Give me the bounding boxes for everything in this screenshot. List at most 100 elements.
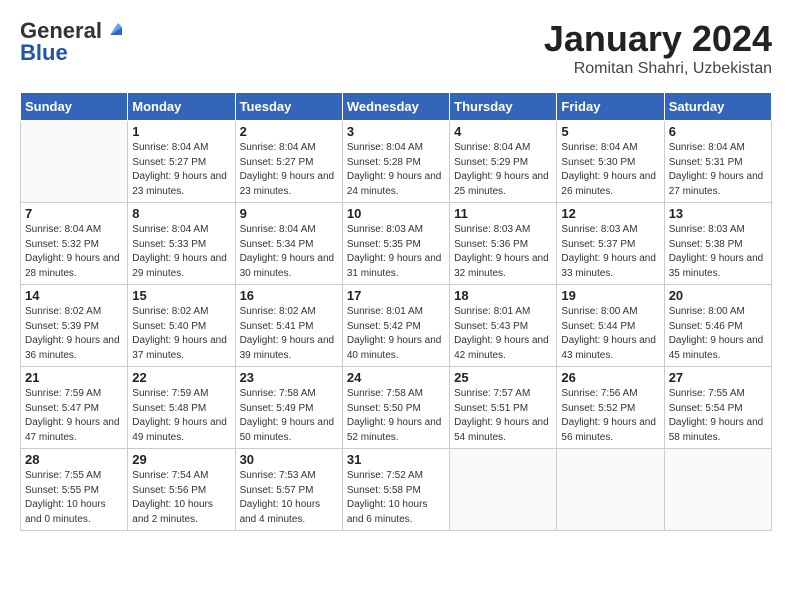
weekday-header-friday: Friday <box>557 93 664 121</box>
day-number: 27 <box>669 370 767 385</box>
day-detail: Sunrise: 8:00 AMSunset: 5:44 PMDaylight:… <box>561 305 659 363</box>
calendar-cell: 9Sunrise: 8:04 AMSunset: 5:34 PMDaylight… <box>235 203 342 285</box>
day-detail: Sunrise: 8:02 AMSunset: 5:41 PMDaylight:… <box>240 305 338 363</box>
day-number: 21 <box>25 370 123 385</box>
day-number: 17 <box>347 288 445 303</box>
month-title: January 2024 <box>544 18 772 60</box>
calendar-cell: 10 Sunrise: 8:03 AMSunset: 5:35 PMDayligh… <box>342 203 449 285</box>
weekday-header-saturday: Saturday <box>664 93 771 121</box>
calendar-cell: 5 Sunrise: 8:04 AMSunset: 5:30 PMDaylight… <box>557 121 664 203</box>
calendar-cell: 22Sunrise: 7:59 AMSunset: 5:48 PMDayligh… <box>128 367 235 449</box>
day-detail: Sunrise: 8:03 AMSunset: 5:35 PMDaylight:… <box>347 223 445 281</box>
day-detail: Sunrise: 8:03 AMSunset: 5:38 PMDaylight:… <box>669 223 767 281</box>
calendar-cell: 19 Sunrise: 8:00 AMSunset: 5:44 PMDayligh… <box>557 285 664 367</box>
calendar-week-5: 28Sunrise: 7:55 AMSunset: 5:55 PMDayligh… <box>21 449 772 531</box>
weekday-header-monday: Monday <box>128 93 235 121</box>
calendar: SundayMondayTuesdayWednesdayThursdayFrid… <box>20 92 772 531</box>
day-detail: Sunrise: 7:59 AMSunset: 5:47 PMDaylight:… <box>25 387 123 445</box>
day-detail: Sunrise: 7:55 AMSunset: 5:54 PMDaylight:… <box>669 387 767 445</box>
day-detail: Sunrise: 7:54 AMSunset: 5:56 PMDaylight:… <box>132 469 230 527</box>
calendar-cell: 26 Sunrise: 7:56 AMSunset: 5:52 PMDayligh… <box>557 367 664 449</box>
day-number: 19 <box>561 288 659 303</box>
day-number: 6 <box>669 124 767 139</box>
calendar-cell: 21 Sunrise: 7:59 AMSunset: 5:47 PMDayligh… <box>21 367 128 449</box>
weekday-header-sunday: Sunday <box>21 93 128 121</box>
calendar-cell: 23 Sunrise: 7:58 AMSunset: 5:49 PMDayligh… <box>235 367 342 449</box>
calendar-cell: 18Sunrise: 8:01 AMSunset: 5:43 PMDayligh… <box>450 285 557 367</box>
day-detail: Sunrise: 7:58 AMSunset: 5:49 PMDaylight:… <box>240 387 338 445</box>
day-number: 20 <box>669 288 767 303</box>
calendar-cell <box>21 121 128 203</box>
calendar-cell: 12 Sunrise: 8:03 AMSunset: 5:37 PMDayligh… <box>557 203 664 285</box>
calendar-cell <box>450 449 557 531</box>
calendar-week-1: 1 Sunrise: 8:04 AMSunset: 5:27 PMDaylight… <box>21 121 772 203</box>
calendar-cell: 8 Sunrise: 8:04 AMSunset: 5:33 PMDaylight… <box>128 203 235 285</box>
day-number: 4 <box>454 124 552 139</box>
calendar-cell: 20 Sunrise: 8:00 AMSunset: 5:46 PMDayligh… <box>664 285 771 367</box>
logo-icon <box>104 17 126 39</box>
day-detail: Sunrise: 8:04 AMSunset: 5:34 PMDaylight:… <box>240 223 338 281</box>
calendar-cell: 6 Sunrise: 8:04 AMSunset: 5:31 PMDaylight… <box>664 121 771 203</box>
day-number: 11 <box>454 206 552 221</box>
day-number: 5 <box>561 124 659 139</box>
calendar-cell: 30Sunrise: 7:53 AMSunset: 5:57 PMDayligh… <box>235 449 342 531</box>
day-detail: Sunrise: 8:04 AMSunset: 5:33 PMDaylight:… <box>132 223 230 281</box>
day-detail: Sunrise: 8:04 AMSunset: 5:28 PMDaylight:… <box>347 141 445 199</box>
calendar-cell: 29Sunrise: 7:54 AMSunset: 5:56 PMDayligh… <box>128 449 235 531</box>
logo: General Blue <box>20 18 126 66</box>
calendar-cell: 15Sunrise: 8:02 AMSunset: 5:40 PMDayligh… <box>128 285 235 367</box>
day-number: 8 <box>132 206 230 221</box>
page: General Blue January 2024 Romitan Shahri… <box>0 0 792 541</box>
day-number: 24 <box>347 370 445 385</box>
day-number: 15 <box>132 288 230 303</box>
day-detail: Sunrise: 7:56 AMSunset: 5:52 PMDaylight:… <box>561 387 659 445</box>
day-number: 23 <box>240 370 338 385</box>
day-number: 26 <box>561 370 659 385</box>
weekday-header-wednesday: Wednesday <box>342 93 449 121</box>
day-detail: Sunrise: 8:04 AMSunset: 5:27 PMDaylight:… <box>132 141 230 199</box>
calendar-cell: 16 Sunrise: 8:02 AMSunset: 5:41 PMDayligh… <box>235 285 342 367</box>
day-number: 2 <box>240 124 338 139</box>
day-number: 13 <box>669 206 767 221</box>
calendar-cell: 7 Sunrise: 8:04 AMSunset: 5:32 PMDaylight… <box>21 203 128 285</box>
day-number: 25 <box>454 370 552 385</box>
calendar-cell: 3 Sunrise: 8:04 AMSunset: 5:28 PMDaylight… <box>342 121 449 203</box>
weekday-header-tuesday: Tuesday <box>235 93 342 121</box>
day-number: 1 <box>132 124 230 139</box>
day-detail: Sunrise: 8:04 AMSunset: 5:29 PMDaylight:… <box>454 141 552 199</box>
calendar-cell: 4 Sunrise: 8:04 AMSunset: 5:29 PMDaylight… <box>450 121 557 203</box>
title-section: January 2024 Romitan Shahri, Uzbekistan <box>544 18 772 78</box>
day-number: 12 <box>561 206 659 221</box>
calendar-cell: 1 Sunrise: 8:04 AMSunset: 5:27 PMDaylight… <box>128 121 235 203</box>
day-number: 7 <box>25 206 123 221</box>
calendar-cell: 27 Sunrise: 7:55 AMSunset: 5:54 PMDayligh… <box>664 367 771 449</box>
day-detail: Sunrise: 8:04 AMSunset: 5:32 PMDaylight:… <box>25 223 123 281</box>
header: General Blue January 2024 Romitan Shahri… <box>20 18 772 78</box>
day-detail: Sunrise: 8:02 AMSunset: 5:39 PMDaylight:… <box>25 305 123 363</box>
day-detail: Sunrise: 8:00 AMSunset: 5:46 PMDaylight:… <box>669 305 767 363</box>
location: Romitan Shahri, Uzbekistan <box>544 60 772 78</box>
day-detail: Sunrise: 7:58 AMSunset: 5:50 PMDaylight:… <box>347 387 445 445</box>
calendar-cell: 25 Sunrise: 7:57 AMSunset: 5:51 PMDayligh… <box>450 367 557 449</box>
day-number: 3 <box>347 124 445 139</box>
day-detail: Sunrise: 8:04 AMSunset: 5:27 PMDaylight:… <box>240 141 338 199</box>
day-detail: Sunrise: 7:52 AMSunset: 5:58 PMDaylight:… <box>347 469 445 527</box>
calendar-week-2: 7 Sunrise: 8:04 AMSunset: 5:32 PMDaylight… <box>21 203 772 285</box>
day-detail: Sunrise: 8:01 AMSunset: 5:42 PMDaylight:… <box>347 305 445 363</box>
calendar-cell: 31Sunrise: 7:52 AMSunset: 5:58 PMDayligh… <box>342 449 449 531</box>
day-number: 28 <box>25 452 123 467</box>
calendar-cell: 24 Sunrise: 7:58 AMSunset: 5:50 PMDayligh… <box>342 367 449 449</box>
calendar-week-4: 21 Sunrise: 7:59 AMSunset: 5:47 PMDayligh… <box>21 367 772 449</box>
day-number: 10 <box>347 206 445 221</box>
day-detail: Sunrise: 8:04 AMSunset: 5:31 PMDaylight:… <box>669 141 767 199</box>
day-number: 16 <box>240 288 338 303</box>
calendar-cell <box>557 449 664 531</box>
day-number: 22 <box>132 370 230 385</box>
day-detail: Sunrise: 8:03 AMSunset: 5:37 PMDaylight:… <box>561 223 659 281</box>
calendar-cell <box>664 449 771 531</box>
day-detail: Sunrise: 7:57 AMSunset: 5:51 PMDaylight:… <box>454 387 552 445</box>
day-detail: Sunrise: 8:04 AMSunset: 5:30 PMDaylight:… <box>561 141 659 199</box>
calendar-week-3: 14Sunrise: 8:02 AMSunset: 5:39 PMDayligh… <box>21 285 772 367</box>
calendar-cell: 2 Sunrise: 8:04 AMSunset: 5:27 PMDaylight… <box>235 121 342 203</box>
calendar-cell: 28Sunrise: 7:55 AMSunset: 5:55 PMDayligh… <box>21 449 128 531</box>
